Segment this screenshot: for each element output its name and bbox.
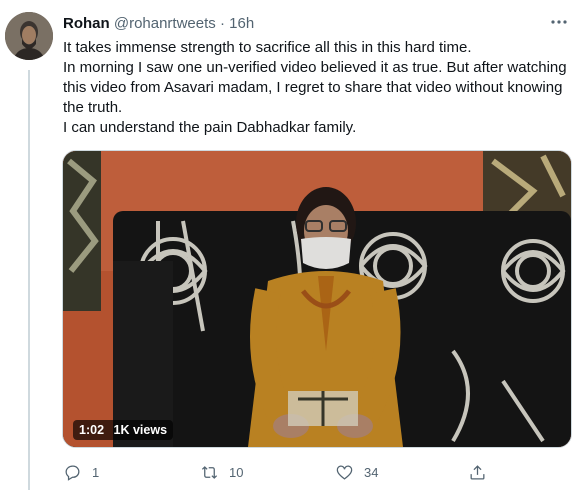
tweet-line: I can understand the pain Dabhadkar fami…	[63, 119, 357, 136]
video-thumbnail	[63, 151, 571, 447]
tweet-line: It takes immense strength to sacrifice a…	[63, 39, 472, 56]
retweet-icon	[201, 465, 218, 479]
more-options-button[interactable]	[547, 10, 571, 34]
separator: ·	[219, 15, 225, 32]
tweet-time[interactable]: 16h	[229, 15, 254, 32]
like-count: 34	[364, 464, 379, 480]
tweet-text: It takes immense strength to sacrifice a…	[63, 38, 573, 138]
thread-line	[28, 70, 30, 490]
heart-icon	[336, 465, 353, 480]
retweet-button[interactable]: 10	[200, 460, 243, 484]
author-name[interactable]: Rohan	[63, 15, 110, 32]
reply-count: 1	[92, 464, 100, 480]
avatar[interactable]	[5, 12, 53, 60]
tweet-line: In morning I saw one un-verified video b…	[63, 59, 567, 116]
reply-button[interactable]: 1	[63, 460, 99, 484]
tweet-header: Rohan @rohanrtweets · 16h	[63, 14, 254, 33]
like-button[interactable]: 34	[335, 460, 378, 484]
avatar-image	[5, 12, 53, 60]
video-duration: 1:02	[79, 423, 105, 437]
video-player[interactable]	[62, 150, 572, 448]
reply-icon	[65, 465, 80, 481]
tweet-actions: 1 10 34	[63, 460, 573, 490]
share-icon	[470, 464, 485, 479]
share-button[interactable]	[468, 460, 487, 484]
more-icon	[551, 20, 567, 24]
video-stats-badge: 1:02 1K views	[73, 420, 174, 440]
retweet-count: 10	[229, 464, 244, 480]
author-handle[interactable]: @rohanrtweets	[114, 15, 216, 32]
video-views: 1K views	[113, 423, 168, 437]
